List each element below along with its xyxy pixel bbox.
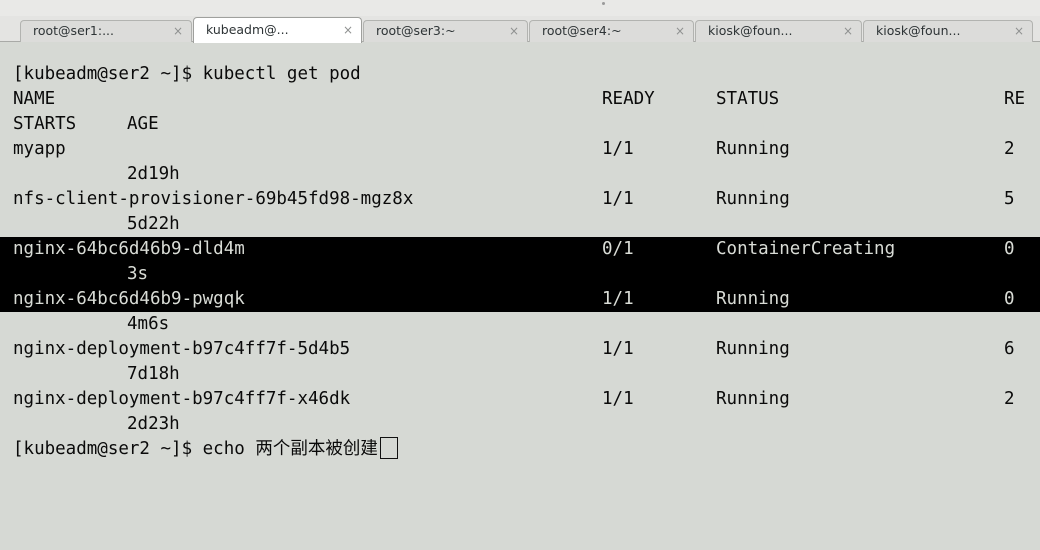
command-text: [kubeadm@ser2 ~]$ kubectl get pod — [13, 64, 361, 84]
table-row-wrapped: 2d23h — [0, 412, 1040, 437]
tab-label: root@ser4:~ — [542, 23, 622, 38]
pod-name: nginx-deployment-b97c4ff7f-x46dk — [13, 389, 351, 409]
pod-ready: 1/1 — [602, 139, 634, 159]
header-row: NAME READY STATUS RE — [0, 87, 1040, 112]
pod-ready: 0/1 — [602, 239, 634, 259]
tab-label: kiosk@foun... — [876, 23, 961, 38]
pod-age: 2d23h — [127, 414, 180, 434]
tab-label: kiosk@foun... — [708, 23, 793, 38]
header-restarts-wrap: RE — [1004, 89, 1026, 109]
pod-ready: 1/1 — [602, 289, 634, 309]
pod-status: ContainerCreating — [716, 239, 896, 259]
pod-restarts: 0 — [1004, 289, 1015, 309]
pod-status: Running — [716, 289, 790, 309]
table-row: nginx-deployment-b97c4ff7f-x46dk 1/1 Run… — [0, 387, 1040, 412]
tab-label: root@ser1:... — [33, 23, 114, 38]
pod-restarts: 0 — [1004, 239, 1015, 259]
table-row-wrapped: 5d22h — [0, 212, 1040, 237]
table-row: myapp 1/1 Running 2 — [0, 137, 1040, 162]
text-cursor — [379, 437, 398, 459]
header-row-wrapped: STARTS AGE — [0, 112, 1040, 137]
tab-root-ser3[interactable]: root@ser3:~ × — [363, 20, 528, 42]
terminal-output[interactable]: [kubeadm@ser2 ~]$ kubectl get pod NAME R… — [0, 42, 1040, 550]
close-icon[interactable]: × — [675, 21, 685, 41]
header-ready: READY — [602, 89, 655, 109]
close-icon[interactable]: × — [1014, 21, 1024, 41]
table-row-wrapped: 7d18h — [0, 362, 1040, 387]
tab-label: kubeadm@... — [206, 22, 289, 37]
close-icon[interactable]: × — [509, 21, 519, 41]
table-row-selected: nginx-64bc6d46b9-dld4m 0/1 ContainerCrea… — [0, 237, 1040, 262]
table-row: nfs-client-provisioner-69b45fd98-mgz8x 1… — [0, 187, 1040, 212]
prompt-line[interactable]: [kubeadm@ser2 ~]$ echo 两个副本被创建 — [0, 437, 1040, 462]
tab-root-ser4[interactable]: root@ser4:~ × — [529, 20, 694, 42]
close-icon[interactable]: × — [843, 21, 853, 41]
pod-age: 2d19h — [127, 164, 180, 184]
pod-age: 7d18h — [127, 364, 180, 384]
prompt-text: [kubeadm@ser2 ~]$ echo 两个副本被创建 — [13, 439, 378, 459]
prompt-input-wrap[interactable]: [kubeadm@ser2 ~]$ echo 两个副本被创建 — [13, 437, 398, 462]
pod-age: 3s — [127, 264, 149, 284]
tab-kiosk-1[interactable]: kiosk@foun... × — [695, 20, 862, 42]
pod-restarts: 5 — [1004, 189, 1015, 209]
pod-status: Running — [716, 339, 790, 359]
tab-kiosk-2[interactable]: kiosk@foun... × — [863, 20, 1033, 42]
header-restarts-cont: STARTS — [13, 114, 77, 134]
pod-restarts: 2 — [1004, 139, 1015, 159]
tab-root-ser1[interactable]: root@ser1:... × — [20, 20, 192, 42]
table-row-wrapped: 4m6s — [0, 312, 1040, 337]
table-row-wrapped: 2d19h — [0, 162, 1040, 187]
tab-bar: root@ser1:... × kubeadm@... × root@ser3:… — [0, 16, 1040, 43]
pod-name: nginx-64bc6d46b9-pwgqk — [13, 289, 245, 309]
table-row-selected-wrapped: 3s — [0, 262, 1040, 287]
close-icon[interactable]: × — [343, 18, 353, 42]
pod-name: nfs-client-provisioner-69b45fd98-mgz8x — [13, 189, 414, 209]
header-name: NAME — [13, 89, 56, 109]
pod-ready: 1/1 — [602, 339, 634, 359]
title-bar — [0, 0, 1040, 16]
pod-restarts: 6 — [1004, 339, 1015, 359]
close-icon[interactable]: × — [173, 21, 183, 41]
title-bar-marker — [602, 2, 605, 5]
command-line: [kubeadm@ser2 ~]$ kubectl get pod — [0, 62, 1040, 87]
pod-age: 5d22h — [127, 214, 180, 234]
table-row-selected: nginx-64bc6d46b9-pwgqk 1/1 Running 0 — [0, 287, 1040, 312]
pod-status: Running — [716, 389, 790, 409]
pod-ready: 1/1 — [602, 189, 634, 209]
tab-kubeadm[interactable]: kubeadm@... × — [193, 17, 362, 43]
pod-name: myapp — [13, 139, 66, 159]
pod-status: Running — [716, 139, 790, 159]
pod-name: nginx-64bc6d46b9-dld4m — [13, 239, 245, 259]
tab-label: root@ser3:~ — [376, 23, 456, 38]
table-row: nginx-deployment-b97c4ff7f-5d4b5 1/1 Run… — [0, 337, 1040, 362]
pod-status: Running — [716, 189, 790, 209]
terminal-window: root@ser1:... × kubeadm@... × root@ser3:… — [0, 0, 1040, 550]
pod-ready: 1/1 — [602, 389, 634, 409]
header-age: AGE — [127, 114, 159, 134]
pod-name: nginx-deployment-b97c4ff7f-5d4b5 — [13, 339, 351, 359]
pod-restarts: 2 — [1004, 389, 1015, 409]
pod-age: 4m6s — [127, 314, 170, 334]
header-status: STATUS — [716, 89, 780, 109]
